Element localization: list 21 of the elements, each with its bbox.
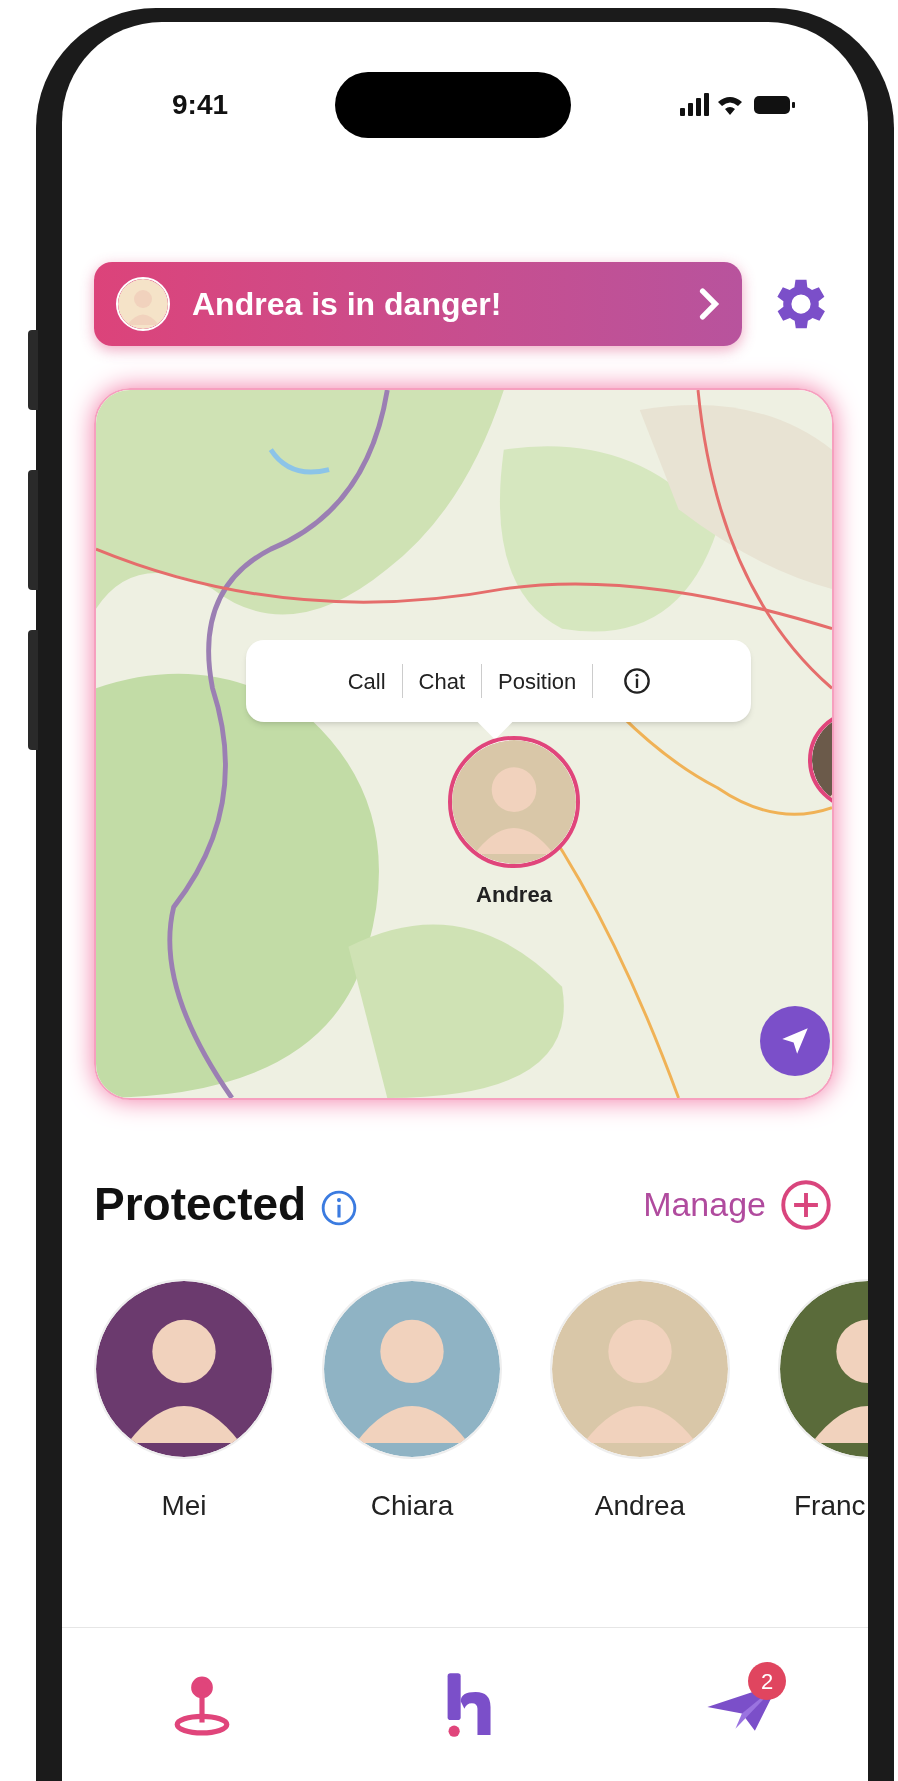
battery-icon bbox=[754, 96, 795, 114]
signal-icon bbox=[680, 93, 709, 116]
popup-action[interactable]: Call bbox=[345, 664, 388, 698]
manage-button[interactable]: Manage bbox=[643, 1178, 832, 1231]
popup-action[interactable]: Chat bbox=[416, 664, 468, 698]
protected-person[interactable]: Chiara bbox=[322, 1279, 502, 1527]
notification-badge: 2 bbox=[748, 1662, 786, 1700]
danger-alert-banner[interactable]: Andrea is in danger! bbox=[94, 262, 742, 346]
pin-label: Andrea bbox=[475, 881, 553, 909]
avatar bbox=[116, 277, 170, 331]
protected-person[interactable]: Mei bbox=[94, 1279, 274, 1527]
popup-action[interactable]: Position bbox=[496, 664, 579, 698]
section-title: Protected bbox=[94, 1177, 307, 1232]
protected-person[interactable]: Franc bbox=[778, 1279, 868, 1527]
wifi-icon bbox=[718, 97, 742, 115]
map-view[interactable]: Call Chat Position Andrea bbox=[94, 388, 834, 1100]
protected-person[interactable]: Andrea bbox=[550, 1279, 730, 1527]
chevron-right-icon bbox=[698, 288, 720, 320]
plus-icon bbox=[780, 1178, 832, 1231]
status-time: 9:41 bbox=[172, 88, 229, 122]
info-icon[interactable] bbox=[623, 667, 652, 695]
